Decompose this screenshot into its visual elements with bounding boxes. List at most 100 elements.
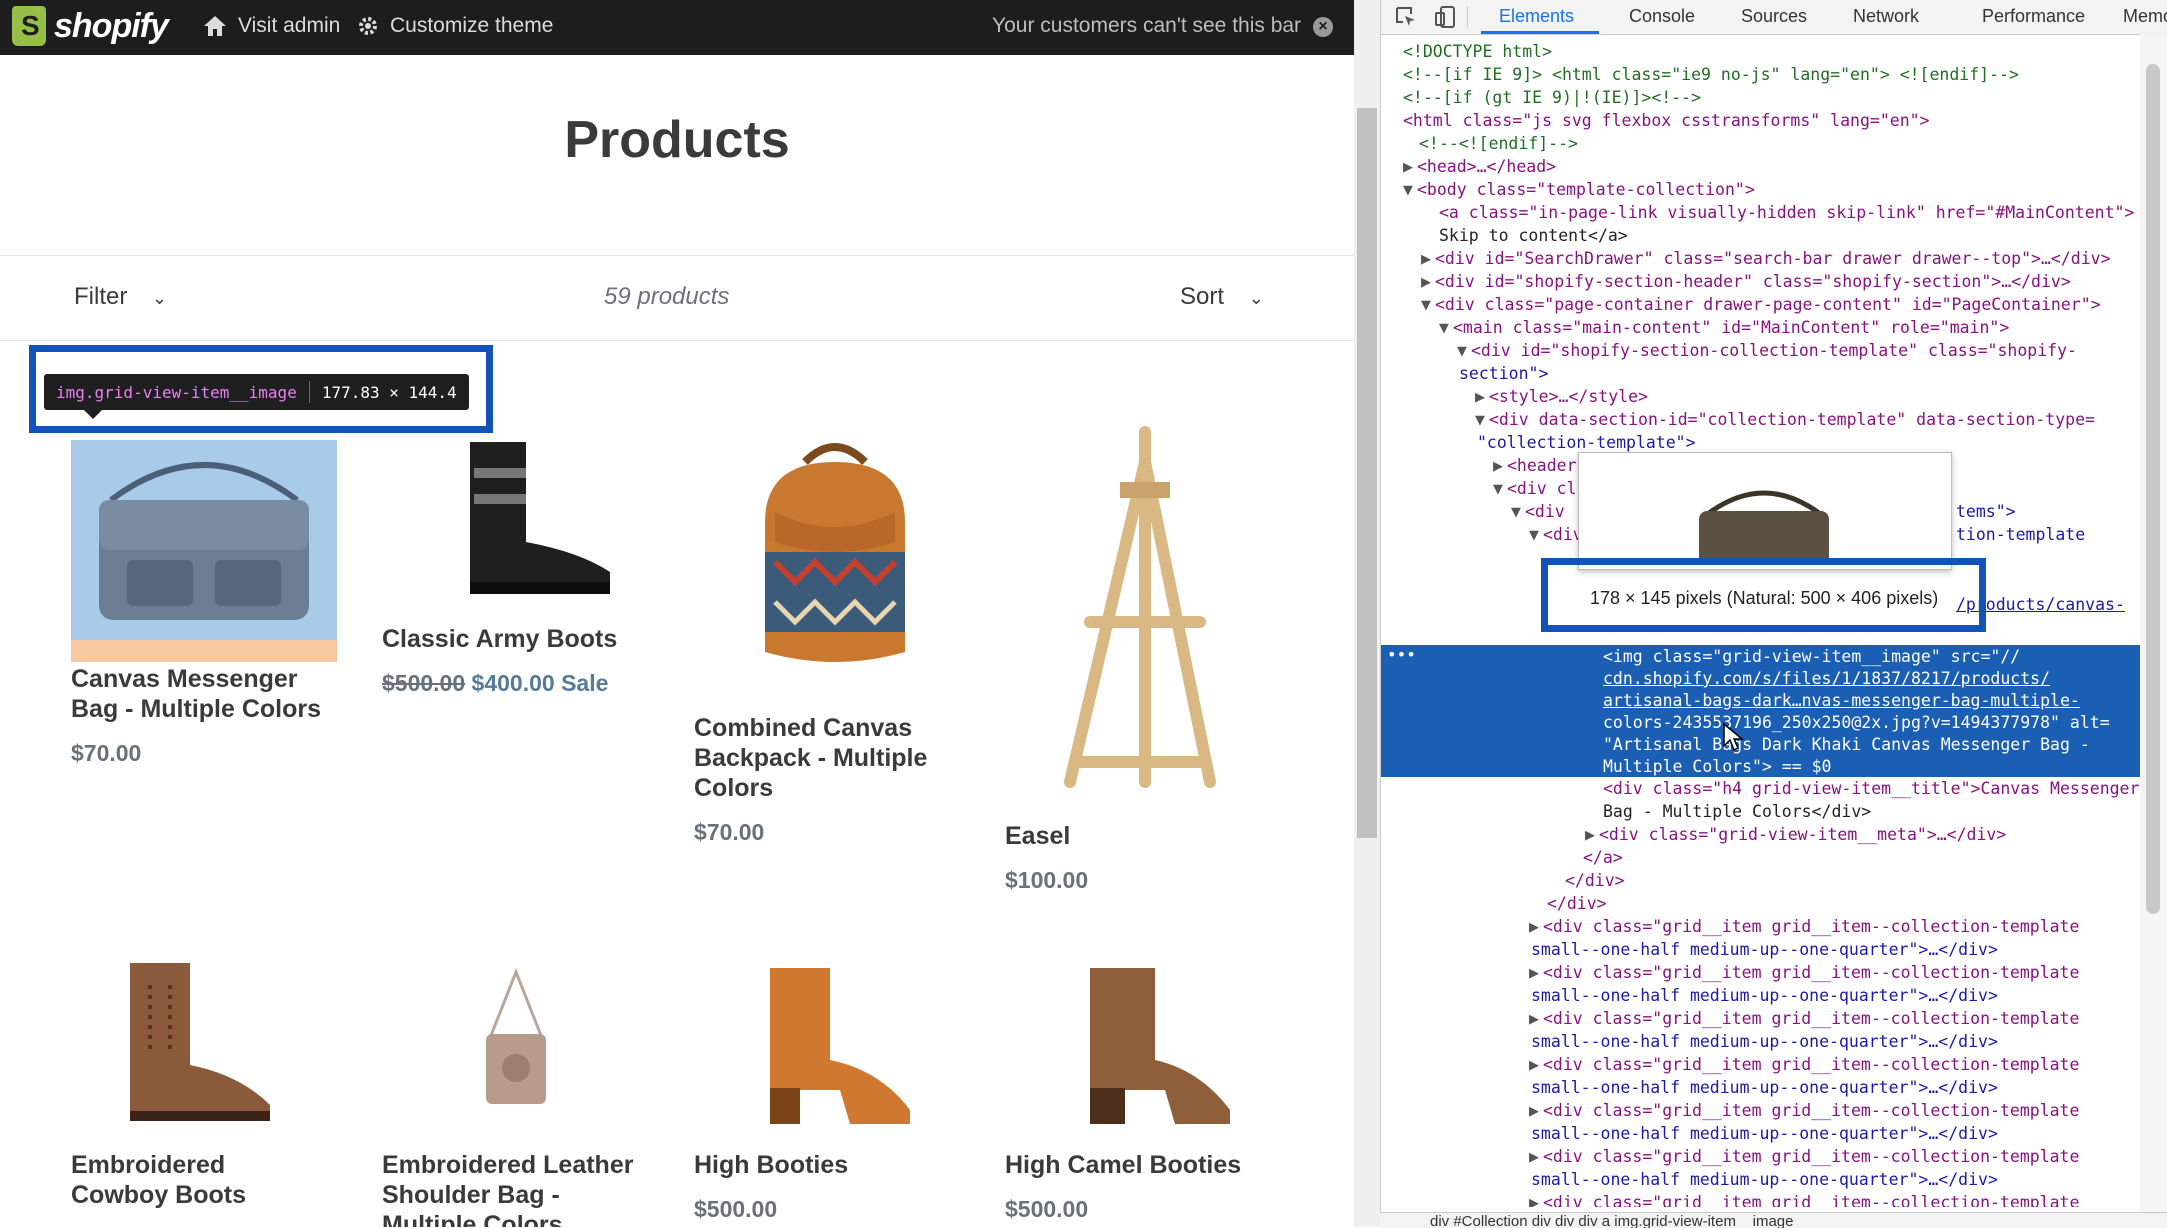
expand-triangle-icon[interactable]: ▶ [1475,385,1489,408]
scrollbar-thumb[interactable] [2146,64,2160,914]
dom-line[interactable]: small--one-half medium-up--one-quarter">… [1531,1168,1998,1191]
dom-line[interactable]: ▶ <header [1493,454,1577,477]
dom-line[interactable]: ▶ <div id="shopify-section-header" class=… [1421,270,2071,293]
dom-line[interactable]: tion-template [1956,523,2085,546]
dom-line[interactable]: <html class="js svg flexbox csstransform… [1403,109,1930,132]
dom-line[interactable]: ▼ <div [1529,523,1583,546]
product-card[interactable]: High Camel Booties $500.00 [1005,1150,1305,1224]
dom-line[interactable]: Bag - Multiple Colors</div> [1603,800,1871,823]
product-card[interactable]: Embroidered Leather Shoulder Bag - Multi… [382,1150,702,1227]
dom-line[interactable]: <a class="in-page-link visually-hidden s… [1439,201,2134,224]
inspect-element-icon[interactable] [1395,6,1417,28]
dom-line[interactable]: ▶ <div class="grid__item grid__item--coll… [1529,915,2079,938]
product-card[interactable]: High Booties $500.00 [694,1150,994,1224]
dom-node-body[interactable]: ▼ <body class="template-collection"> [1403,178,1755,201]
product-image-high-camel-booties[interactable] [1060,960,1240,1130]
dom-line[interactable]: small--one-half medium-up--one-quarter">… [1531,938,1998,961]
tab-sources[interactable]: Sources [1741,6,1807,27]
collapse-triangle-icon[interactable]: ▼ [1493,477,1507,500]
dom-line[interactable]: <div class="h4 grid-view-item__title">Ca… [1603,777,2139,800]
dom-line[interactable]: </div> [1565,869,1625,892]
dom-line[interactable]: ▼ <div [1511,500,1565,523]
product-card[interactable]: Classic Army Boots $500.00 $400.00 Sale [382,624,682,698]
expand-triangle-icon[interactable]: ▶ [1585,823,1599,846]
dom-line[interactable]: small--one-half medium-up--one-quarter">… [1531,984,1998,1007]
storefront-scrollbar[interactable] [1354,0,1380,1227]
expand-triangle-icon[interactable]: ▶ [1493,454,1507,477]
tab-network[interactable]: Network [1853,6,1919,27]
dom-line[interactable]: </a> [1583,846,1623,869]
product-image-classic-army-boots[interactable] [430,432,620,602]
dom-line[interactable]: ▶ <div id="SearchDrawer" class="search-ba… [1421,247,2111,270]
dom-line[interactable]: ▼ <div class="page-container drawer-page-… [1421,293,2101,316]
expand-triangle-icon[interactable]: ▶ [1403,155,1417,178]
dom-line[interactable]: ▶ <style>…</style> [1475,385,1648,408]
devtools-scrollbar[interactable] [2140,34,2167,1227]
collapse-triangle-icon[interactable]: ▼ [1475,408,1489,431]
customize-theme-link[interactable]: Customize theme [356,14,553,38]
dom-line[interactable]: ▼ <div id="shopify-section-collection-tem… [1457,339,2077,362]
dom-line[interactable]: ▶ <div class="grid__item grid__item--coll… [1529,1191,2079,1207]
dom-line[interactable]: ▶ <div class="grid__item grid__item--coll… [1529,1053,2079,1076]
product-image-high-booties[interactable] [730,960,920,1130]
collapse-triangle-icon[interactable]: ▼ [1511,500,1525,523]
dom-line[interactable]: ▼ <div cl [1493,477,1577,500]
dom-line[interactable]: "collection-template"> [1477,431,1696,454]
collapse-triangle-icon[interactable]: ▼ [1421,293,1435,316]
dom-line[interactable]: ▼ <div data-section-id="collection-templa… [1475,408,2095,431]
dom-line[interactable]: </div> [1547,892,1607,915]
expand-triangle-icon[interactable]: ▶ [1529,1053,1543,1076]
selected-dom-node[interactable]: ••• <img class="grid-view-item__image" s… [1381,645,2141,777]
expand-triangle-icon[interactable]: ▶ [1529,1007,1543,1030]
expand-triangle-icon[interactable]: ▶ [1529,1145,1543,1168]
dom-line[interactable]: small--one-half medium-up--one-quarter">… [1531,1076,1998,1099]
collapse-triangle-icon[interactable]: ▼ [1457,339,1471,362]
dom-line[interactable]: <!DOCTYPE html> [1403,40,1552,63]
dom-line[interactable]: small--one-half medium-up--one-quarter">… [1531,1030,1998,1053]
filter-dropdown[interactable]: Filter ⌄ [74,283,167,311]
tab-console[interactable]: Console [1629,6,1695,27]
product-image-combined-canvas-backpack[interactable] [735,432,935,677]
product-card[interactable]: Canvas Messenger Bag - Multiple Colors $… [71,664,361,768]
device-toolbar-icon[interactable] [1435,5,1457,29]
dom-line[interactable]: ▶ <div class="grid__item grid__item--coll… [1529,1145,2079,1168]
product-image-embroidered-cowboy-boots[interactable] [110,955,280,1125]
breadcrumb-path[interactable]: div #Collection div div div a img.grid-v… [1430,1213,1793,1228]
dom-line[interactable]: ▼ <main class="main-content" id="MainCont… [1439,316,2009,339]
scrollbar-thumb[interactable] [1357,108,1377,838]
product-image-easel[interactable] [1050,422,1220,802]
dom-line[interactable]: <!--[if IE 9]> <html class="ie9 no-js" l… [1403,63,2019,86]
expand-triangle-icon[interactable]: ▶ [1529,1191,1543,1207]
dom-line[interactable]: ▶ <div class="grid-view-item__meta">…</di… [1585,823,2006,846]
dom-line[interactable]: <!--[if (gt IE 9)|!(IE)]><!--> [1403,86,1701,109]
expand-triangle-icon[interactable]: ▶ [1529,915,1543,938]
dom-line[interactable]: <!--<![endif]--> [1419,132,1578,155]
more-actions-icon[interactable]: ••• [1387,645,1416,664]
dom-node-head[interactable]: ▶ <head>…</head> [1403,155,1556,178]
tab-performance[interactable]: Performance [1982,6,2085,27]
product-card[interactable]: Combined Canvas Backpack - Multiple Colo… [694,713,994,847]
product-image-canvas-messenger-bag[interactable] [71,440,337,640]
expand-triangle-icon[interactable]: ▶ [1421,270,1435,293]
dom-line[interactable]: ▶ <div class="grid__item grid__item--coll… [1529,961,2079,984]
tab-elements[interactable]: Elements [1499,6,1574,27]
sort-dropdown[interactable]: Sort ⌄ [1180,283,1264,311]
tab-memory[interactable]: Memory [2123,6,2167,27]
dom-line[interactable]: Skip to content</a> [1439,224,1628,247]
expand-triangle-icon[interactable]: ▶ [1529,1099,1543,1122]
expand-triangle-icon[interactable]: ▶ [1529,961,1543,984]
product-image-embroidered-leather-shoulder-bag[interactable] [476,967,556,1108]
collapse-triangle-icon[interactable]: ▼ [1403,178,1417,201]
devtools-breadcrumbs[interactable]: div #Collection div div div a img.grid-v… [1380,1212,2167,1228]
dom-line[interactable]: ▶ <div class="grid__item grid__item--coll… [1529,1007,2079,1030]
dom-line[interactable]: section"> [1459,362,1548,385]
dom-line[interactable]: small--one-half medium-up--one-quarter">… [1531,1122,1998,1145]
shopify-logo[interactable]: shopify [12,6,169,46]
product-card[interactable]: Embroidered Cowboy Boots [71,1150,371,1210]
dom-line[interactable]: tems"> [1956,500,2016,523]
product-card[interactable]: Easel $100.00 [1005,821,1305,895]
collapse-triangle-icon[interactable]: ▼ [1439,316,1453,339]
close-admin-bar-icon[interactable]: × [1313,17,1333,37]
visit-admin-link[interactable]: Visit admin [202,14,340,38]
expand-triangle-icon[interactable]: ▶ [1421,247,1435,270]
